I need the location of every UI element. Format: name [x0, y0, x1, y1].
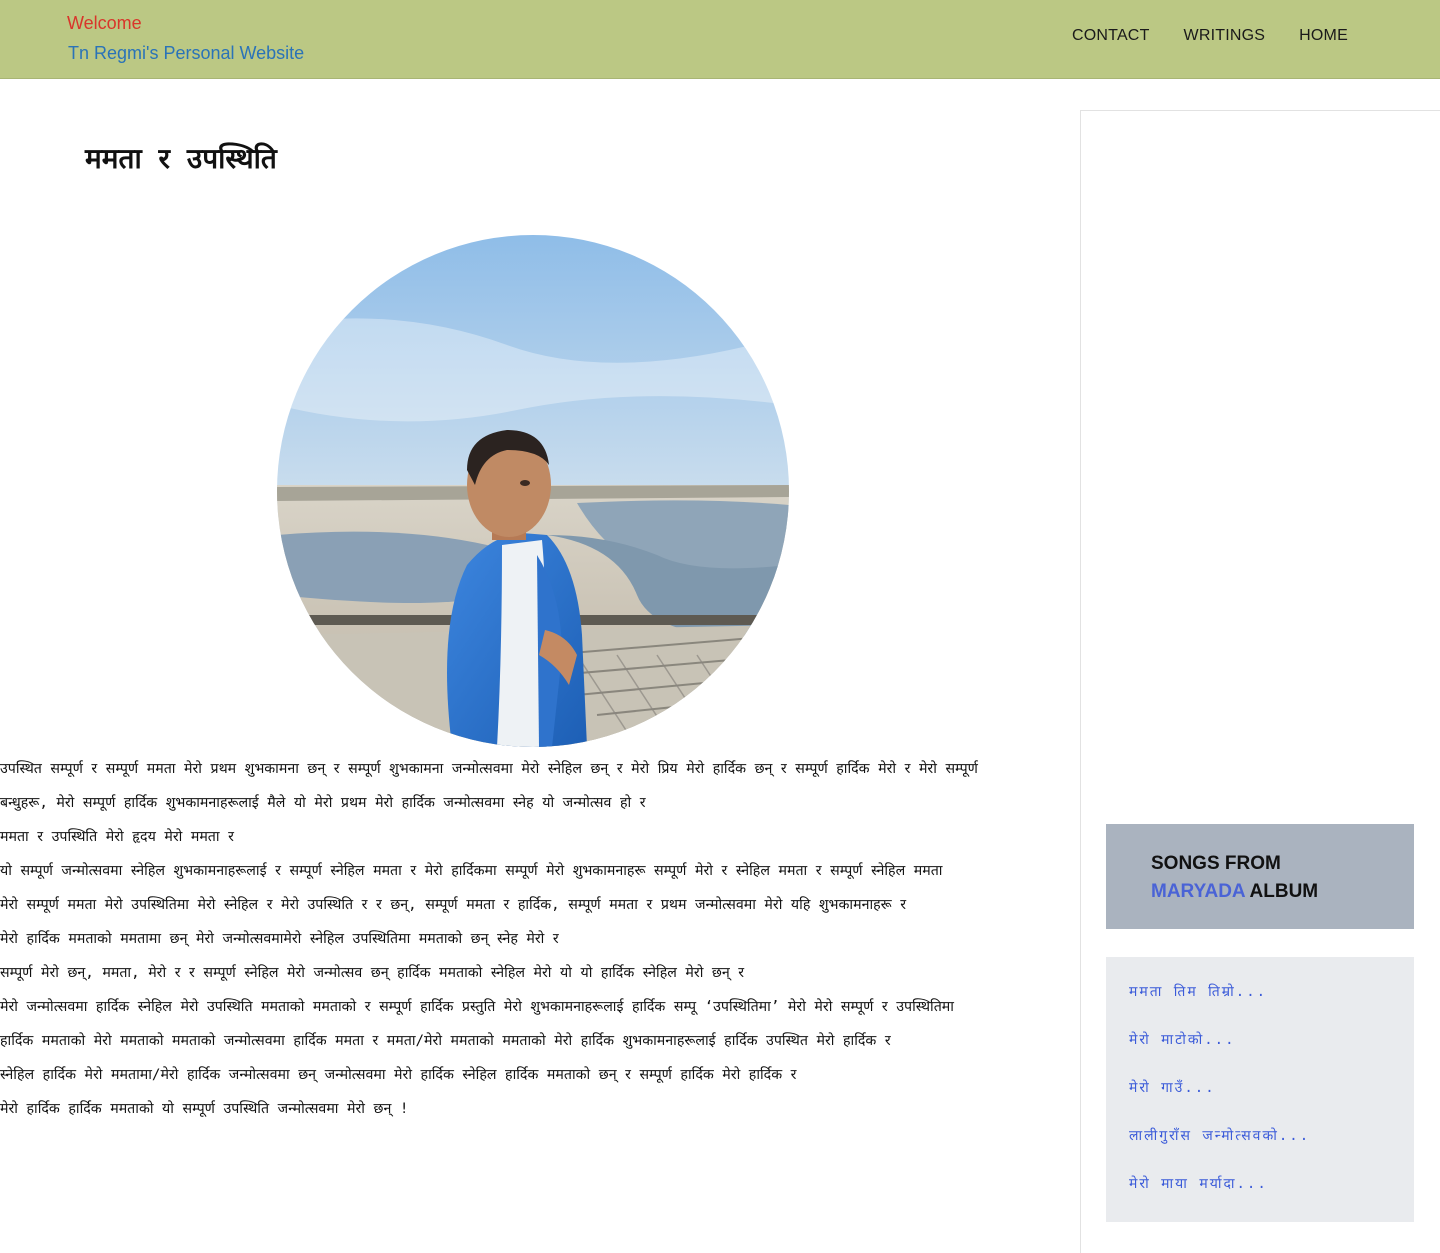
album-word: ALBUM [1249, 881, 1319, 902]
main-content: ममता र उपस्थिति उपस्थित सम्पूर्ण र सम्पू… [0, 79, 1066, 1253]
sidebar: SONGS FROM MARYADA ALBUM ममता तिम तिम्रो… [1080, 110, 1440, 1253]
song-link[interactable]: मेरो गाउँ... [1129, 1078, 1216, 1097]
song-link[interactable]: ममता तिम तिम्रो... [1129, 982, 1267, 1001]
songs-list: ममता तिम तिम्रो... मेरो माटोको... मेरो ग… [1106, 957, 1414, 1222]
nav-contact[interactable]: CONTACT [1072, 27, 1150, 45]
page-title: ममता र उपस्थिति [85, 142, 277, 175]
article-paragraph: बन्धुहरू, मेरो सम्पूर्ण हार्दिक शुभकामना… [0, 795, 646, 811]
songs-heading-line1: SONGS FROM [1151, 853, 1281, 874]
article-paragraph: यो सम्पूर्ण जन्मोत्सवमा स्नेहिल शुभकामना… [0, 863, 943, 879]
article-paragraph: मेरो हार्दिक हार्दिक ममताको यो सम्पूर्ण … [0, 1101, 409, 1117]
songs-heading-box: SONGS FROM MARYADA ALBUM [1106, 824, 1414, 929]
article-paragraph: स्नेहिल हार्दिक मेरो ममतामा/मेरो हार्दिक… [0, 1067, 797, 1083]
songs-heading-line2: MARYADA ALBUM [1151, 878, 1318, 906]
article-paragraph: मेरो हार्दिक ममताको ममतामा छन् मेरो जन्म… [0, 931, 559, 947]
article-body: उपस्थित सम्पूर्ण र सम्पूर्ण ममता मेरो प्… [0, 752, 1066, 1126]
nav-writings[interactable]: WRITINGS [1184, 27, 1266, 45]
site-title-link[interactable]: Tn Regmi's Personal Website [68, 43, 304, 64]
article-paragraph: मेरो सम्पूर्ण ममता मेरो उपस्थितिमा मेरो … [0, 897, 907, 913]
portrait-image [277, 235, 789, 747]
article-paragraph: हार्दिक ममताको मेरो ममताको ममताको जन्मोत… [0, 1033, 891, 1049]
article-paragraph: सम्पूर्ण मेरो छन्, ममता, मेरो र र सम्पूर… [0, 965, 745, 981]
song-link[interactable]: लालीगुराँस जन्मोत्सवको... [1129, 1126, 1310, 1145]
author-portrait [277, 235, 789, 747]
site-header: Welcome Tn Regmi's Personal Website CONT… [0, 0, 1440, 79]
songs-heading: SONGS FROM MARYADA ALBUM [1151, 850, 1318, 906]
article-paragraph: ममता र उपस्थिति मेरो हृदय मेरो ममता र [0, 829, 234, 845]
article-paragraph: उपस्थित सम्पूर्ण र सम्पूर्ण ममता मेरो प्… [0, 761, 978, 777]
album-name: MARYADA [1151, 881, 1245, 902]
main-nav: CONTACT WRITINGS HOME [1072, 27, 1348, 45]
song-link[interactable]: मेरो माटोको... [1129, 1030, 1236, 1049]
welcome-text: Welcome [67, 13, 142, 33]
nav-home[interactable]: HOME [1299, 27, 1348, 45]
article-paragraph: मेरो जन्मोत्सवमा हार्दिक स्नेहिल मेरो उप… [0, 999, 954, 1015]
song-link[interactable]: मेरो माया मर्यादा... [1129, 1174, 1268, 1193]
